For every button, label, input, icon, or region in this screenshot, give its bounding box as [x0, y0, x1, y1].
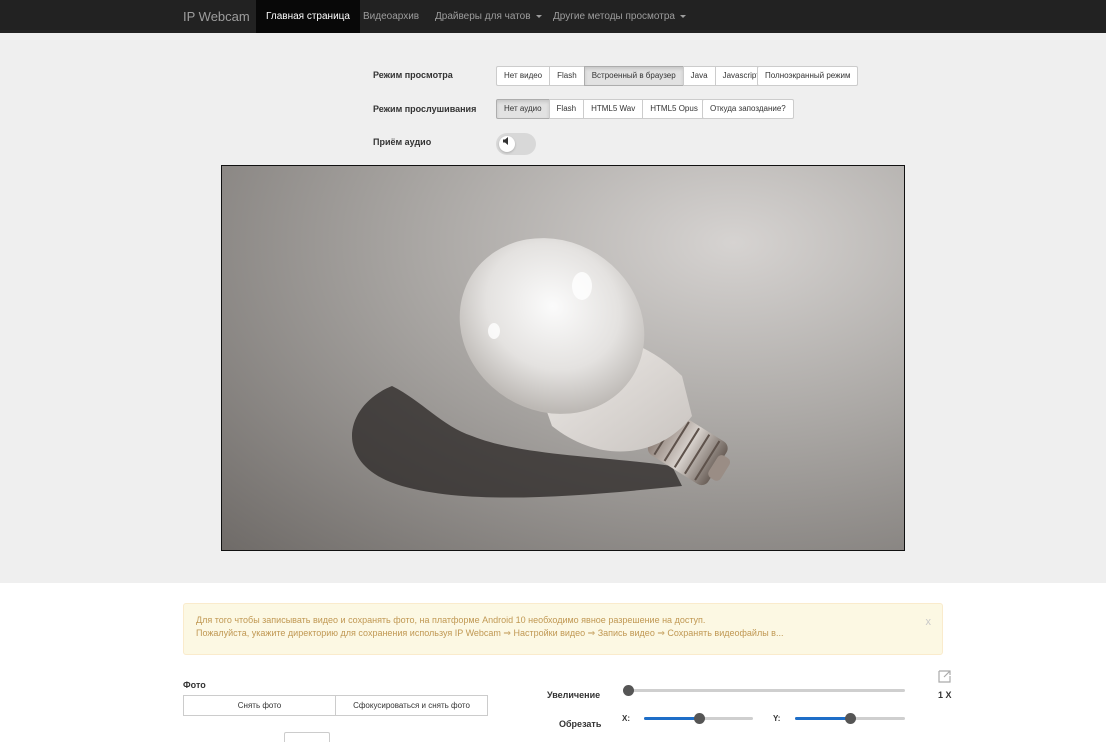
nav-home-label: Главная страница	[266, 11, 350, 22]
view-mode-group: Нет видео Flash Встроенный в браузер Jav…	[496, 66, 767, 86]
light-bulb-image	[352, 238, 731, 498]
view-mode-flash-button[interactable]: Flash	[549, 66, 585, 86]
nav-home[interactable]: Главная страница	[256, 0, 360, 33]
zoom-slider-thumb[interactable]	[623, 685, 634, 696]
zoom-label: Увеличение	[547, 690, 601, 700]
crop-x-thumb[interactable]	[693, 713, 705, 724]
next-control-stub	[284, 732, 330, 742]
listen-mode-none-button[interactable]: Нет аудио	[496, 99, 550, 119]
crop-x-fill	[644, 717, 699, 720]
brand-link[interactable]: IP Webcam	[183, 0, 250, 33]
nav-other-methods[interactable]: Другие методы просмотра	[543, 0, 696, 33]
zoom-value: 1 X	[938, 690, 952, 700]
crop-y-label: Y:	[773, 714, 781, 723]
chevron-down-icon	[535, 14, 542, 18]
view-mode-label: Режим просмотра	[373, 70, 453, 80]
audio-receive-toggle[interactable]	[496, 133, 536, 155]
listen-mode-group: Нет аудио Flash HTML5 Wav HTML5 Opus	[496, 99, 706, 119]
listen-mode-wav-button[interactable]: HTML5 Wav	[583, 99, 644, 119]
fullscreen-button[interactable]: Полноэкранный режим	[757, 66, 859, 86]
speaker-icon	[499, 136, 515, 152]
crop-x-label: X:	[622, 714, 630, 723]
close-icon[interactable]: x	[926, 616, 932, 629]
take-photo-button[interactable]: Снять фото	[183, 695, 336, 716]
listen-mode-flash-button[interactable]: Flash	[548, 99, 585, 119]
permission-alert: Для того чтобы записывать видео и сохран…	[183, 603, 943, 655]
delay-help-group: Откуда запоздание?	[702, 99, 794, 119]
alert-line-2: Пожалуйста, укажите директорию для сохра…	[196, 628, 784, 638]
listen-mode-label: Режим прослушивания	[373, 104, 477, 114]
crop-y-thumb[interactable]	[845, 713, 856, 724]
view-mode-none-button[interactable]: Нет видео	[496, 66, 551, 86]
photo-label: Фото	[183, 680, 206, 690]
zoom-slider-track[interactable]	[628, 689, 905, 692]
expand-icon[interactable]	[938, 670, 951, 683]
nav-video-archive-label: Видеоархив	[363, 11, 420, 22]
focus-and-take-photo-button[interactable]: Сфокусироваться и снять фото	[335, 695, 488, 716]
listen-mode-opus-button[interactable]: HTML5 Opus	[642, 99, 706, 119]
top-navbar: IP Webcam Главная страница Видеоархив Др…	[0, 0, 1106, 33]
chevron-down-icon	[679, 14, 686, 18]
alert-line-1: Для того чтобы записывать видео и сохран…	[196, 615, 706, 625]
video-feed[interactable]	[221, 165, 905, 551]
audio-receive-label: Приём аудио	[373, 137, 432, 147]
view-mode-browser-button[interactable]: Встроенный в браузер	[583, 66, 684, 86]
view-mode-java-button[interactable]: Java	[682, 66, 716, 86]
nav-chat-drivers-label: Драйверы для чатов	[435, 11, 531, 22]
delay-help-button[interactable]: Откуда запоздание?	[702, 99, 794, 119]
crop-label: Обрезать	[559, 719, 602, 729]
fullscreen-group: Полноэкранный режим	[757, 66, 859, 86]
crop-y-fill	[795, 717, 850, 720]
nav-other-methods-label: Другие методы просмотра	[553, 11, 675, 22]
nav-chat-drivers[interactable]: Драйверы для чатов	[425, 0, 552, 33]
nav-video-archive[interactable]: Видеоархив	[353, 0, 429, 33]
